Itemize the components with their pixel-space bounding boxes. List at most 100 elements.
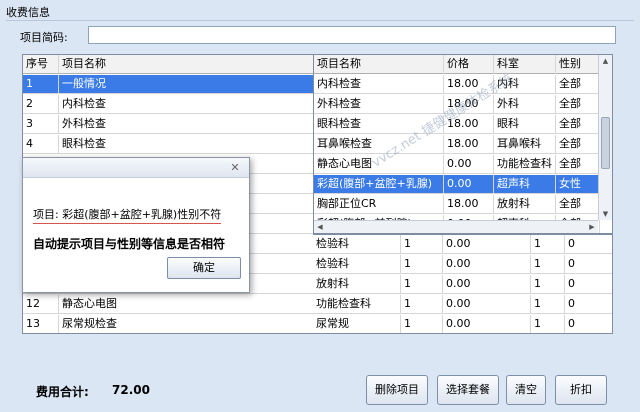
row-name: 一般情况: [59, 75, 313, 94]
row-col-a: 1: [531, 315, 565, 333]
column-header-no[interactable]: 序号: [23, 55, 59, 74]
table-row[interactable]: 耳鼻喉检查 18.00 耳鼻喉科 全部: [314, 135, 612, 154]
row-dept: 超声科: [494, 175, 556, 194]
row-name: 尿常规检查: [59, 315, 313, 333]
table-row[interactable]: 内科检查 18.00 内科 全部: [314, 75, 612, 94]
row-no: 4: [23, 135, 59, 154]
close-icon[interactable]: ✕: [227, 161, 243, 175]
row-name: 静态心电图: [59, 295, 313, 314]
row-col-b: 0: [565, 255, 612, 274]
item-picker-grid[interactable]: 项目名称 价格 科室 性别 内科检查 18.00 内科 全部 外科检查 18.0…: [313, 54, 613, 234]
row-dept: 检验科: [313, 235, 401, 254]
column-header-name[interactable]: 项目名称: [314, 55, 444, 74]
code-label: 项目简码:: [20, 31, 68, 44]
row-name: 内科检查: [59, 95, 313, 114]
dialog-titlebar: [23, 158, 249, 178]
delete-item-button[interactable]: 删除项目: [366, 375, 428, 405]
row-no: 3: [23, 115, 59, 134]
table-row[interactable]: 眼科检查 18.00 眼科 全部: [314, 115, 612, 134]
row-price: 18.00: [444, 135, 494, 154]
row-no: 1: [23, 75, 59, 94]
column-header-gender[interactable]: 性别: [556, 55, 600, 74]
scroll-down-icon[interactable]: ▼: [599, 208, 612, 220]
column-header-name[interactable]: 项目名称: [59, 55, 313, 74]
row-no: 12: [23, 295, 59, 314]
horizontal-scrollbar[interactable]: ◀ ▶: [314, 220, 598, 233]
table-row[interactable]: 检验科 1 0.00 1 0: [313, 255, 612, 274]
section-title: 收费信息: [6, 6, 50, 19]
ok-button[interactable]: 确定: [167, 257, 241, 279]
row-price: 0.00: [443, 235, 531, 254]
row-qty: 1: [401, 295, 443, 314]
row-gender: 全部: [556, 155, 600, 174]
table-row[interactable]: 12 静态心电图: [23, 295, 313, 314]
grid-header: 项目名称 价格 科室 性别: [314, 55, 612, 74]
discount-button[interactable]: 折扣: [555, 375, 607, 405]
table-row[interactable]: 1 一般情况: [23, 75, 313, 94]
row-gender: 全部: [556, 95, 600, 114]
item-detail-grid[interactable]: 检验科 1 0.00 1 0 检验科 1 0.00 1 0 放射科 1 0.00…: [313, 234, 613, 334]
table-row[interactable]: 3 外科检查: [23, 115, 313, 134]
scroll-right-icon[interactable]: ▶: [586, 221, 598, 233]
row-price: 0.00: [443, 295, 531, 314]
table-row[interactable]: 2 内科检查: [23, 95, 313, 114]
table-row[interactable]: 静态心电图 0.00 功能检查科 全部: [314, 155, 612, 174]
row-gender: 全部: [556, 195, 600, 214]
row-dept: 放射科: [494, 195, 556, 214]
row-name: 内科检查: [314, 75, 444, 94]
grid-header: 序号 项目名称: [23, 55, 313, 74]
table-row[interactable]: 4 眼科检查: [23, 135, 313, 154]
select-package-button[interactable]: 选择套餐: [437, 375, 499, 405]
table-row[interactable]: 功能检查科 1 0.00 1 0: [313, 295, 612, 314]
clear-button[interactable]: 清空: [506, 375, 546, 405]
row-qty: 1: [401, 255, 443, 274]
row-col-a: 1: [531, 235, 565, 254]
row-name: 胸部正位CR: [314, 195, 444, 214]
table-row[interactable]: 尿常规 1 0.00 1 0: [313, 315, 612, 333]
dialog-annotation: 自动提示项目与性别等信息是否相符: [33, 237, 226, 251]
row-dept: 功能检查科: [494, 155, 556, 174]
row-name: 眼科检查: [59, 135, 313, 154]
row-col-b: 0: [565, 295, 612, 314]
gender-mismatch-dialog: ✕ 项目: 彩超(腹部+盆腔+乳腺)性别不符 自动提示项目与性别等信息是否相符 …: [22, 157, 250, 293]
row-gender: 全部: [556, 135, 600, 154]
row-col-b: 0: [565, 315, 612, 333]
section-divider: [6, 20, 634, 21]
code-input[interactable]: [88, 26, 616, 44]
dialog-message: 项目: 彩超(腹部+盆腔+乳腺)性别不符: [33, 206, 222, 224]
row-dept: 尿常规: [313, 315, 401, 333]
table-row[interactable]: 检验科 1 0.00 1 0: [313, 235, 612, 254]
scroll-thumb[interactable]: [601, 117, 610, 169]
row-qty: 1: [401, 275, 443, 294]
row-col-b: 0: [565, 275, 612, 294]
row-gender: 女性: [556, 175, 600, 194]
table-row[interactable]: 13 尿常规检查: [23, 315, 313, 333]
row-name: 外科检查: [59, 115, 313, 134]
row-dept: 耳鼻喉科: [494, 135, 556, 154]
row-dept: 检验科: [313, 255, 401, 274]
row-col-a: 1: [531, 255, 565, 274]
row-name: 外科检查: [314, 95, 444, 114]
row-price: 0.00: [444, 175, 494, 194]
row-price: 0.00: [444, 155, 494, 174]
row-gender: 全部: [556, 115, 600, 134]
table-row[interactable]: 放射科 1 0.00 1 0: [313, 275, 612, 294]
total-label: 费用合计:: [36, 385, 89, 399]
column-header-price[interactable]: 价格: [444, 55, 494, 74]
table-row[interactable]: 彩超(腹部+盆腔+乳腺) 0.00 超声科 女性: [314, 175, 612, 194]
row-no: 13: [23, 315, 59, 333]
table-row[interactable]: 胸部正位CR 18.00 放射科 全部: [314, 195, 612, 214]
row-dept: 眼科: [494, 115, 556, 134]
total-value: 72.00: [112, 383, 150, 397]
row-col-b: 0: [565, 235, 612, 254]
row-dept: 外科: [494, 95, 556, 114]
row-gender: 全部: [556, 75, 600, 94]
row-name: 彩超(腹部+盆腔+乳腺): [314, 175, 444, 194]
scroll-up-icon[interactable]: ▲: [599, 55, 612, 67]
row-no: 2: [23, 95, 59, 114]
row-qty: 1: [401, 315, 443, 333]
row-col-a: 1: [531, 275, 565, 294]
row-price: 18.00: [444, 195, 494, 214]
scroll-left-icon[interactable]: ◀: [314, 221, 326, 233]
vertical-scrollbar[interactable]: ▲ ▼: [598, 55, 612, 220]
